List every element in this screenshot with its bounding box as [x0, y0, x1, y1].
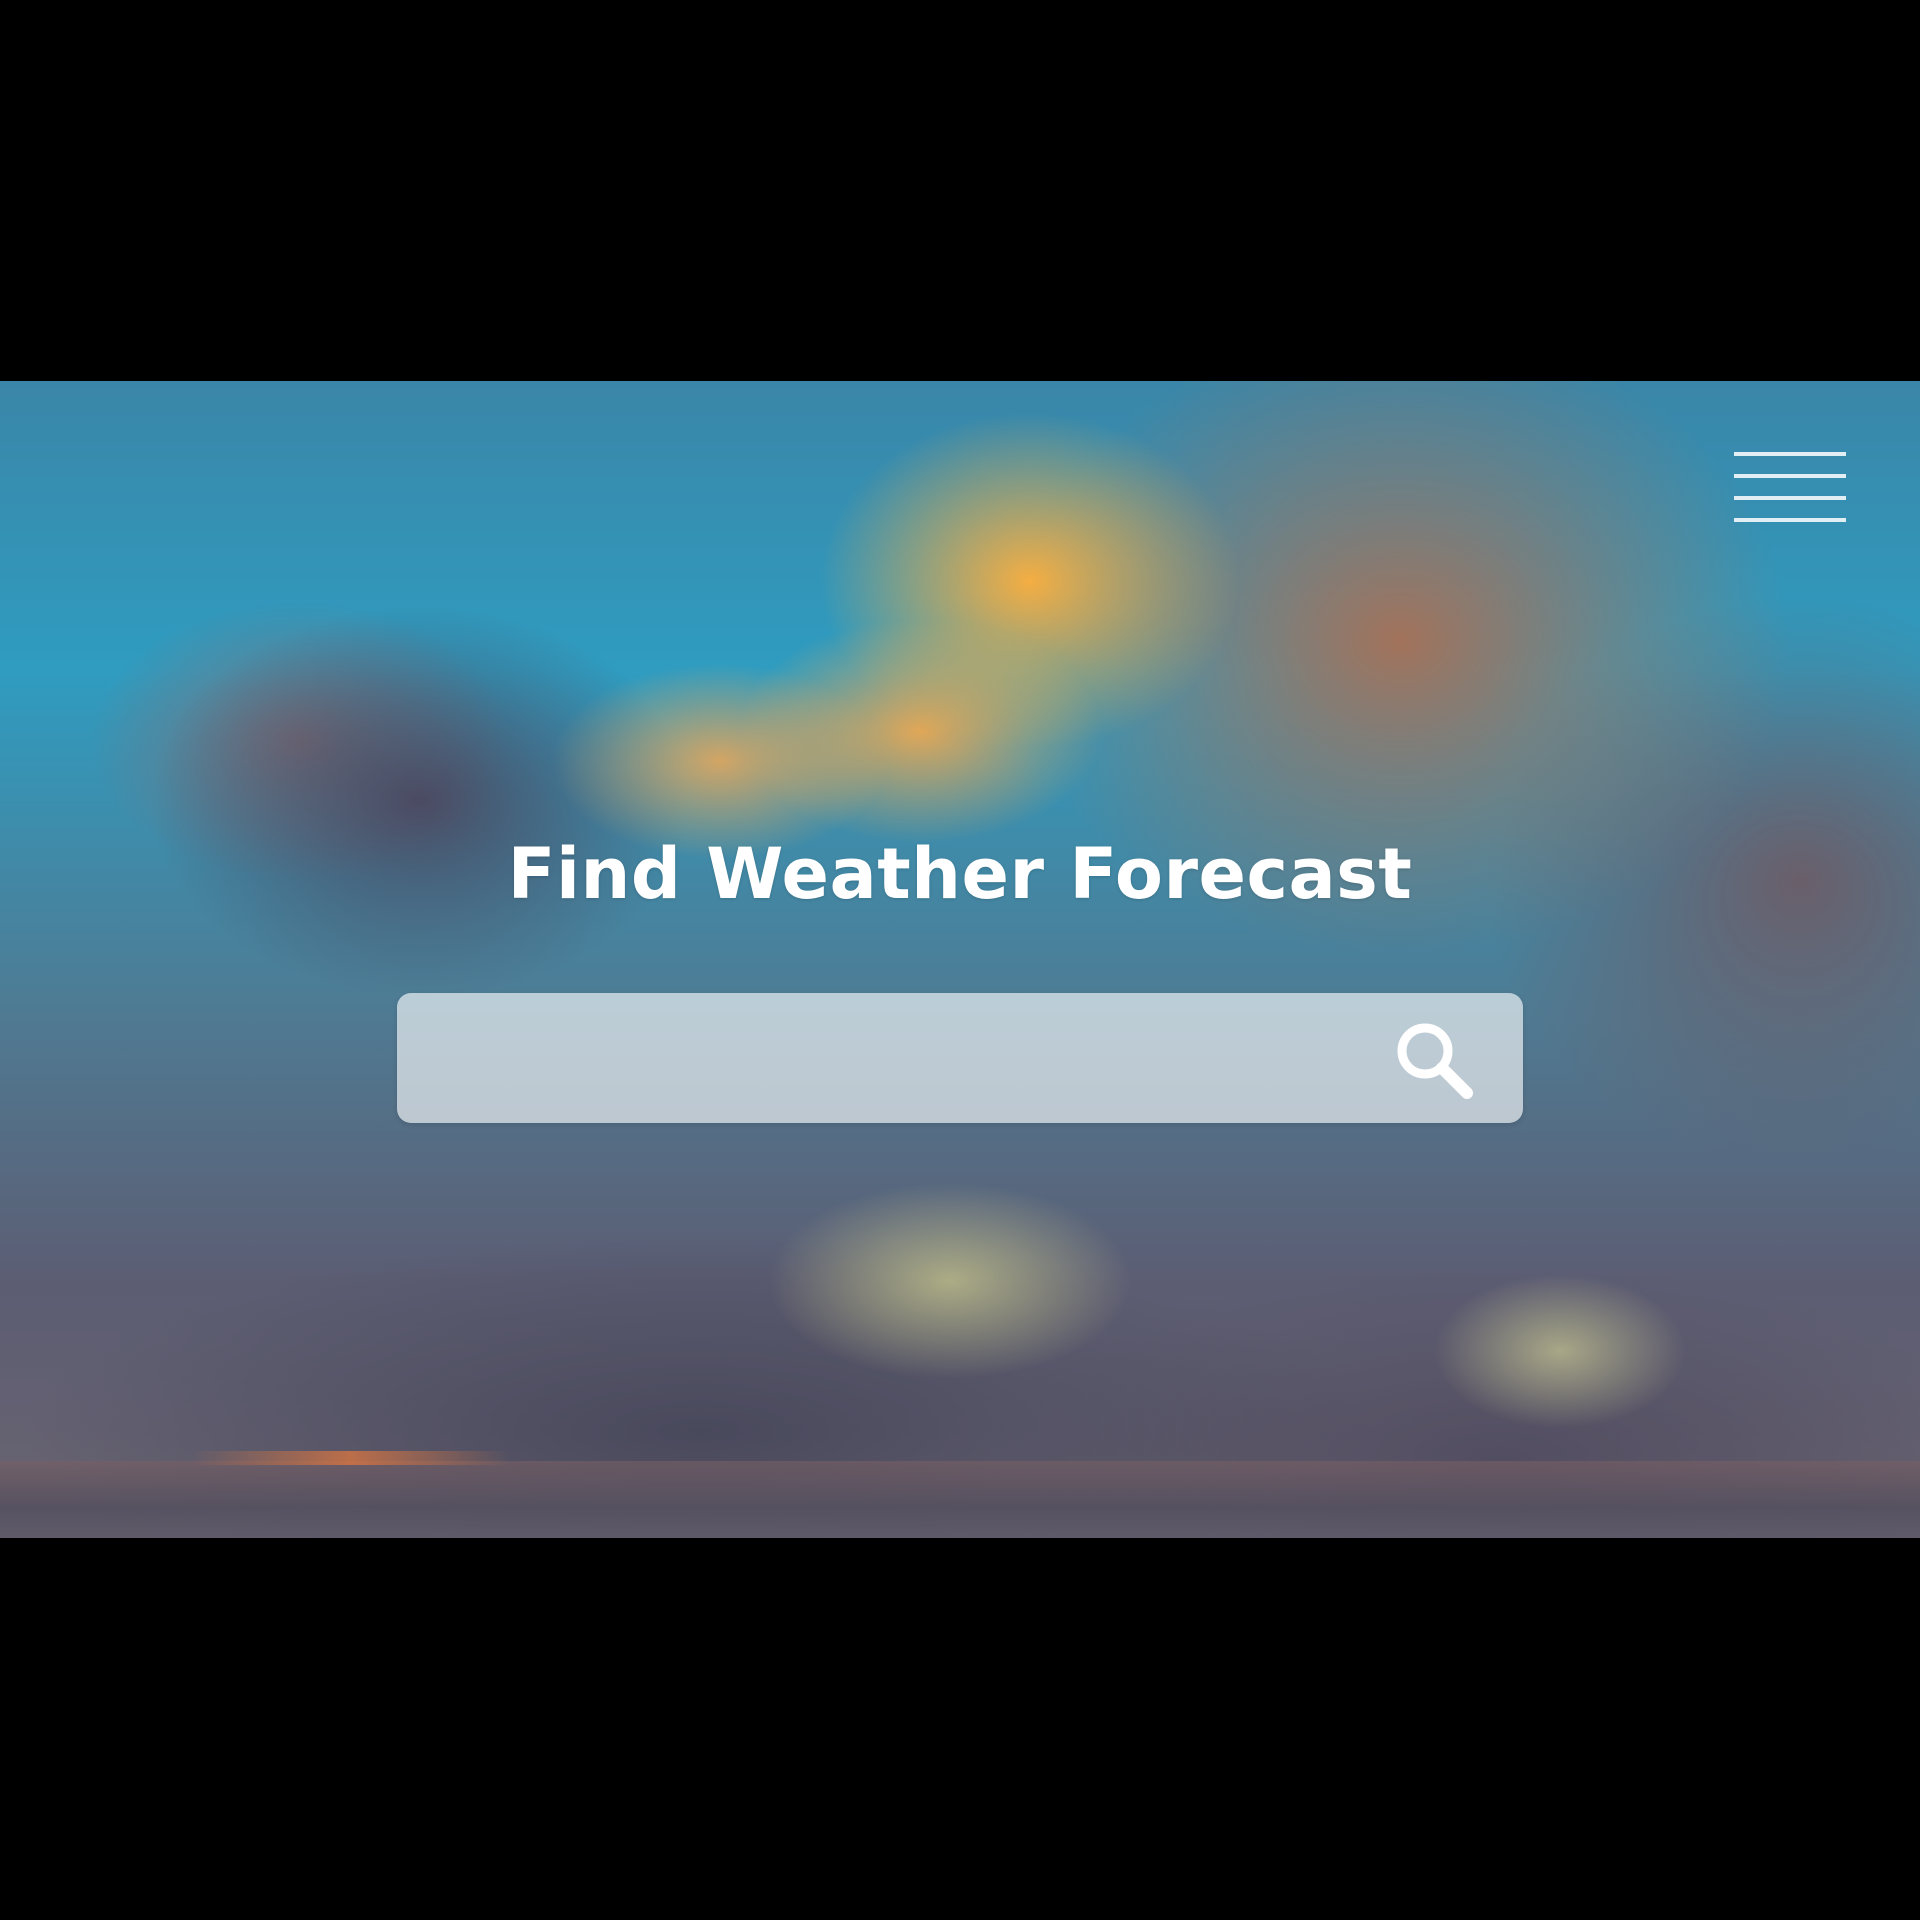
search-icon[interactable] [1387, 1017, 1477, 1101]
sunset-glow [190, 1451, 510, 1465]
hamburger-menu-button[interactable] [1730, 446, 1850, 526]
sky-background-horizon [0, 1461, 1920, 1538]
page-title: Find Weather Forecast [507, 833, 1413, 915]
search-input[interactable] [437, 1023, 1361, 1095]
letterbox-bottom [0, 1538, 1920, 1920]
weather-app-screen: Find Weather Forecast [0, 381, 1920, 1538]
search-bar[interactable] [397, 993, 1523, 1123]
letterbox-top [0, 0, 1920, 381]
